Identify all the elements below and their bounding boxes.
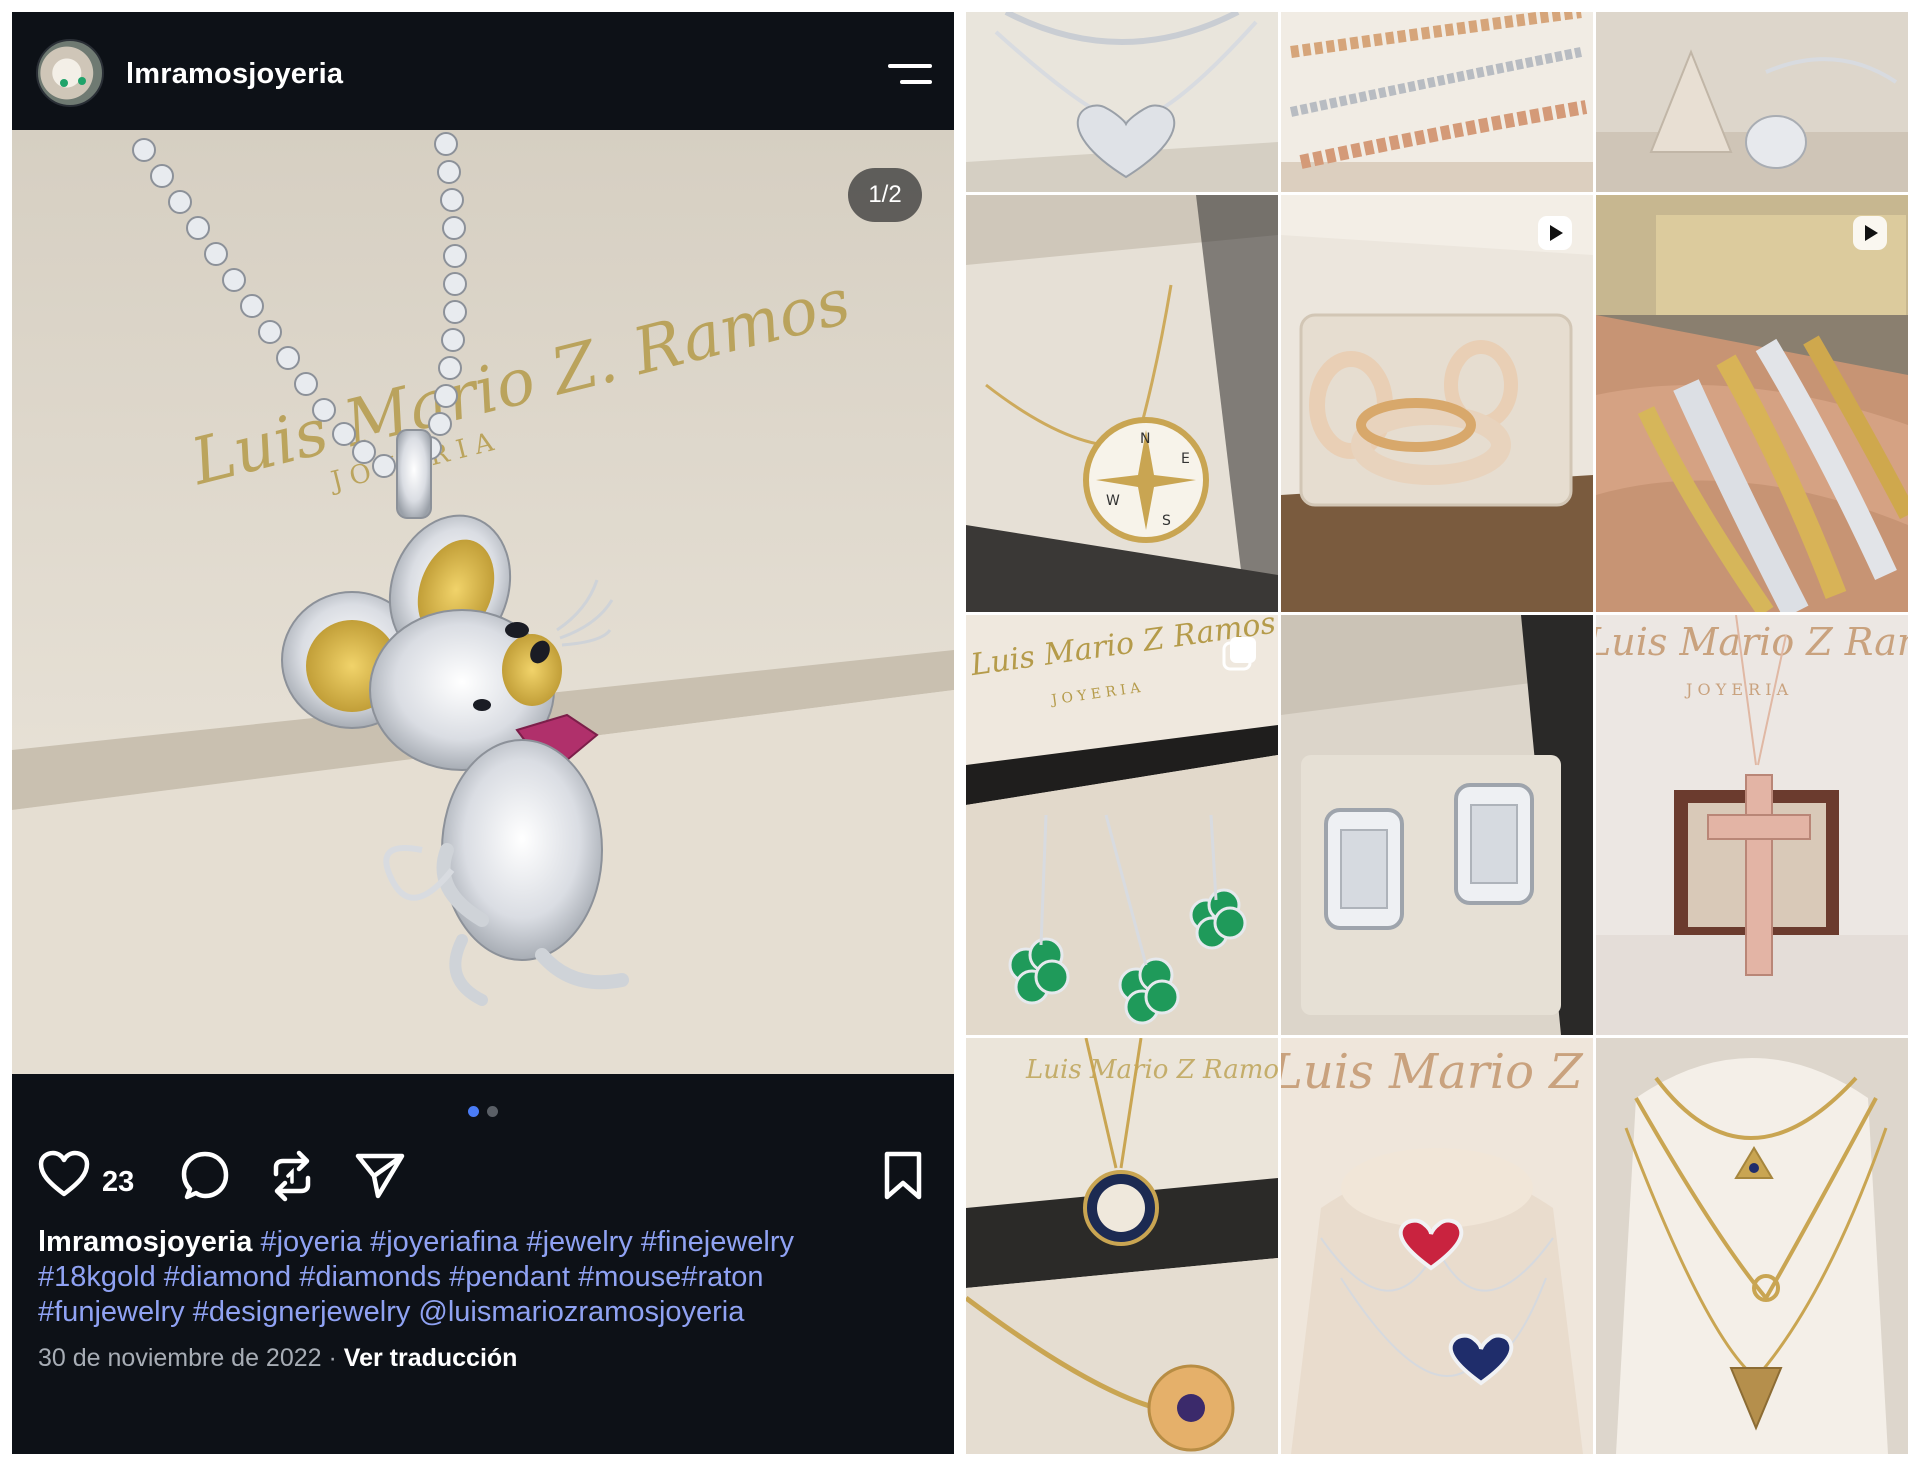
- grid-tile-heart-necklace[interactable]: [966, 12, 1278, 192]
- post-panel: lmramosjoyeria Luis Mario Z. Ramos J O I…: [12, 12, 954, 1454]
- carousel-icon: [1222, 637, 1256, 671]
- carousel-dot-active[interactable]: [468, 1106, 479, 1117]
- heart-icon[interactable]: [38, 1150, 90, 1198]
- avatar-gem: [60, 79, 68, 87]
- grid-tile-emerald-earrings[interactable]: Luis Mario Z Ramos J O Y E R I A: [966, 615, 1278, 1035]
- bookmark-icon[interactable]: [882, 1150, 924, 1202]
- grid-tile-hoop-rings[interactable]: [1281, 195, 1593, 612]
- svg-text:W: W: [1106, 493, 1120, 509]
- play-icon: [1538, 216, 1572, 250]
- post-username[interactable]: lmramosjoyeria: [126, 58, 343, 91]
- play-icon: [1853, 216, 1887, 250]
- svg-text:E: E: [1181, 451, 1190, 467]
- svg-text:S: S: [1162, 513, 1171, 529]
- grid-tile-cross-pendant[interactable]: Luis Mario Z Ramos J O Y E R I A: [1596, 615, 1908, 1035]
- mouse-pendant-image: Luis Mario Z. Ramos J O Y E R I A: [12, 130, 954, 1074]
- carousel-dots: [12, 1104, 954, 1118]
- grid-tile-chain-bracelets[interactable]: [1281, 12, 1593, 192]
- grid-tile-emerald-cut-diamonds[interactable]: [1281, 615, 1593, 1035]
- post-photo[interactable]: Luis Mario Z. Ramos J O Y E R I A: [12, 130, 954, 1074]
- like-count[interactable]: 23: [102, 1166, 134, 1199]
- grid-tile-stacked-bangles[interactable]: [1596, 195, 1908, 612]
- hamburger-menu-icon[interactable]: [886, 60, 932, 90]
- post-date: 30 de noviembre de 2022: [38, 1344, 322, 1372]
- avatar-gem: [78, 77, 86, 85]
- grid-tile-layered-charms[interactable]: [1596, 1038, 1908, 1454]
- grid-tile-compass-necklace[interactable]: N E W S: [966, 195, 1278, 612]
- svg-text:N: N: [1140, 431, 1150, 447]
- meta-separator: ·: [328, 1344, 337, 1372]
- caption-username[interactable]: lmramosjoyeria: [38, 1226, 252, 1258]
- carousel-dot[interactable]: [487, 1106, 498, 1117]
- repost-icon[interactable]: [268, 1150, 316, 1202]
- grid-watermark: Luis Mario Z Ramos: [1596, 620, 1908, 664]
- grid-tile-charm-necklaces[interactable]: Luis Mario Z Ramos: [966, 1038, 1278, 1454]
- translate-link[interactable]: Ver traducción: [344, 1344, 518, 1372]
- avatar[interactable]: [36, 39, 104, 107]
- post-header: lmramosjoyeria: [12, 12, 954, 130]
- grid-tile-ring-display[interactable]: [1596, 12, 1908, 192]
- post-meta: 30 de noviembre de 2022 · Ver traducción: [38, 1344, 517, 1373]
- image-counter: 1/2: [848, 168, 922, 222]
- post-caption: lmramosjoyeria #joyeria #joyeriafina #je…: [38, 1225, 918, 1330]
- action-bar: 23: [12, 1132, 954, 1222]
- send-icon[interactable]: [354, 1150, 406, 1200]
- grid-watermark: Luis Mario Z Ramos: [1281, 1044, 1593, 1100]
- grid-watermark: Luis Mario Z Ramos: [1025, 1055, 1278, 1085]
- comment-icon[interactable]: [180, 1150, 230, 1200]
- profile-grid: N E W S Luis Mario Z Ramos J O Y E R I A…: [966, 12, 1908, 1454]
- grid-tile-heart-pendants[interactable]: Luis Mario Z Ramos: [1281, 1038, 1593, 1454]
